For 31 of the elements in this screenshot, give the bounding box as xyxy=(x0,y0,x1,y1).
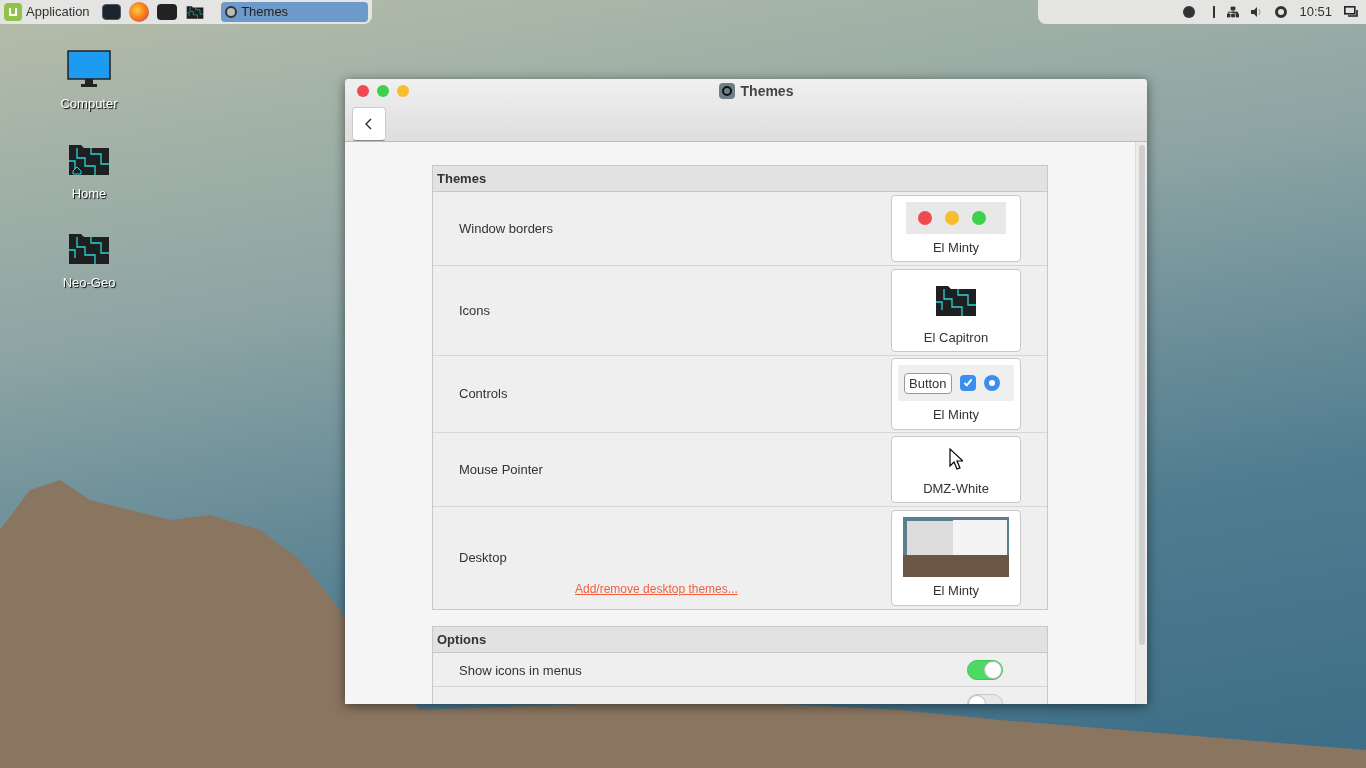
browser-icon[interactable] xyxy=(129,2,150,22)
back-button[interactable] xyxy=(352,107,386,141)
clock[interactable]: 10:51 xyxy=(1299,2,1332,22)
window-title: Themes xyxy=(740,81,794,101)
task-button[interactable]: Themes xyxy=(221,2,368,22)
setting-label: Icons xyxy=(459,301,492,320)
theme-selector[interactable]: DMZ-White xyxy=(891,435,1021,504)
volume-icon[interactable] xyxy=(1251,6,1264,18)
toggle-switch[interactable] xyxy=(967,659,1003,680)
setting-label: Controls xyxy=(459,385,509,404)
radio-icon xyxy=(983,375,1000,392)
mint-logo-icon xyxy=(4,3,22,21)
setting-label: Window borders xyxy=(459,219,554,238)
theme-selector[interactable]: El Capitron xyxy=(891,268,1021,353)
network-icon[interactable] xyxy=(1227,6,1240,18)
application-menu[interactable]: Application xyxy=(4,2,90,22)
setting-label: Desktop xyxy=(459,549,508,568)
close-button[interactable] xyxy=(357,85,369,97)
section-header: Options xyxy=(433,627,1047,653)
windows-icon[interactable] xyxy=(1344,6,1358,18)
theme-selector[interactable]: El Minty xyxy=(891,194,1021,263)
sample-button: Button xyxy=(904,372,952,394)
chevron-left-icon xyxy=(365,118,373,130)
monitor-icon xyxy=(67,50,111,88)
setting-label: Show icons in menus xyxy=(459,662,582,678)
cursor-icon xyxy=(949,446,963,471)
checkbox-icon xyxy=(959,375,976,392)
section-header: Themes xyxy=(433,166,1047,192)
setting-label: Mouse Pointer xyxy=(459,460,544,479)
theme-selector[interactable]: Button El Minty xyxy=(891,358,1021,430)
theme-selector[interactable]: El Minty xyxy=(891,510,1021,606)
